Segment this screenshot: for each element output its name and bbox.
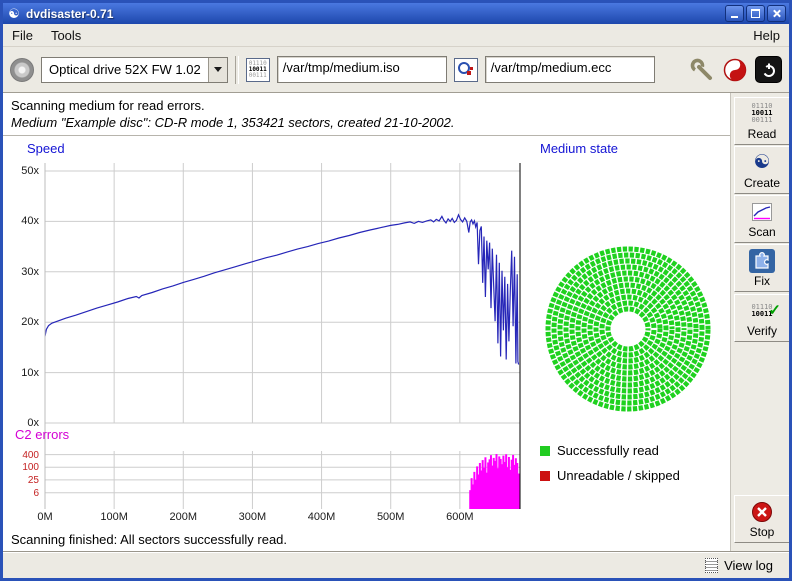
view-log-button[interactable]: View log <box>699 556 779 575</box>
tick-label: 400M <box>300 511 344 523</box>
toolbar: Optical drive 52X FW 1.02 01110 10011 00… <box>3 47 789 93</box>
status-line1: Scanning medium for read errors. <box>11 98 730 113</box>
toolbar-separator <box>235 56 239 84</box>
legend-swatch-green <box>540 446 550 456</box>
check-icon: ✓ <box>768 301 781 319</box>
speed-chart-title: Speed <box>27 141 65 156</box>
drive-select-dropdown-button[interactable] <box>208 58 227 82</box>
chevron-down-icon <box>214 67 222 72</box>
medium-state-disc <box>539 240 717 418</box>
tick-label: 600M <box>438 511 482 523</box>
maximize-icon <box>751 9 760 18</box>
close-button[interactable] <box>767 5 786 22</box>
maximize-button[interactable] <box>746 5 765 22</box>
yin-yang-icon: ☯ <box>753 153 770 173</box>
verify-button[interactable]: 01110 10011 ✓ Verify <box>734 294 790 342</box>
window-title: dvdisaster-0.71 <box>26 7 723 21</box>
fix-button[interactable]: Fix <box>734 244 790 292</box>
menubar: File Tools Help <box>3 24 789 47</box>
minimize-icon <box>731 16 738 18</box>
optical-drive-icon <box>10 58 34 82</box>
scan-chart-icon <box>749 200 775 224</box>
tick-label: 20x <box>5 316 39 328</box>
tick-label: 100M <box>92 511 136 523</box>
close-icon <box>772 9 781 18</box>
tick-label: 25 <box>5 475 39 486</box>
legend-label-read: Successfully read <box>557 443 659 458</box>
app-icon: ☯ <box>6 6 22 22</box>
legend-item-unreadable: Unreadable / skipped <box>540 468 680 483</box>
create-button-label: Create <box>744 176 780 190</box>
stop-button[interactable]: Stop <box>734 495 790 543</box>
preferences-wrench-icon[interactable] <box>689 57 715 83</box>
read-button[interactable]: 01110 10011 00111 Read <box>734 97 790 145</box>
footer-status-text: Scanning finished: All sectors successfu… <box>11 532 287 547</box>
ecc-glyph <box>457 61 475 79</box>
bottom-bar: View log <box>3 551 789 578</box>
status-headline: Scanning medium for read errors. Medium … <box>3 93 730 136</box>
status-line2: Medium "Example disc": CD-R mode 1, 3534… <box>11 115 730 130</box>
create-button[interactable]: ☯ Create <box>734 146 790 194</box>
legend-item-read: Successfully read <box>540 443 659 458</box>
ecc-path-input[interactable]: /var/tmp/medium.ecc <box>485 56 655 83</box>
bin-row: 00111 <box>751 116 772 124</box>
quit-button[interactable] <box>755 56 782 83</box>
create-yinyang-icon: ☯ <box>749 151 775 175</box>
iso-icon-row: 00111 <box>249 73 267 79</box>
tick-label: 0M <box>23 511 67 523</box>
verify-icon: 01110 10011 ✓ <box>749 299 775 323</box>
iso-path-input[interactable]: /var/tmp/medium.iso <box>277 56 447 83</box>
drive-select-value: Optical drive 52X FW 1.02 <box>42 58 208 82</box>
power-icon <box>761 62 777 78</box>
stop-button-label: Stop <box>750 525 775 539</box>
legend-label-unreadable: Unreadable / skipped <box>557 468 680 483</box>
tick-label: 40x <box>5 215 39 227</box>
tick-label: 300M <box>230 511 274 523</box>
app-window: ☯ dvdisaster-0.71 File Tools Help Optica… <box>0 0 792 581</box>
tick-label: 50x <box>5 165 39 177</box>
medium-state-title: Medium state <box>540 141 618 156</box>
legend-swatch-red <box>540 471 550 481</box>
titlebar[interactable]: ☯ dvdisaster-0.71 <box>3 3 789 24</box>
menu-file[interactable]: File <box>3 25 42 46</box>
tick-label: 200M <box>161 511 205 523</box>
verify-button-label: Verify <box>747 324 777 338</box>
menu-tools[interactable]: Tools <box>42 25 90 46</box>
fix-puzzle-icon <box>749 249 775 273</box>
ecc-file-icon <box>454 58 478 82</box>
tick-label: 500M <box>369 511 413 523</box>
minimize-button[interactable] <box>725 5 744 22</box>
menu-help[interactable]: Help <box>744 25 789 46</box>
tick-label: 6 <box>5 488 39 499</box>
action-sidebar: 01110 10011 00111 Read ☯ Create Scan <box>730 93 789 552</box>
toolbar-right-group <box>689 56 782 83</box>
stop-icon <box>749 500 775 524</box>
tick-label: 100 <box>5 462 39 473</box>
read-binary-icon: 01110 10011 00111 <box>749 102 775 126</box>
fix-button-label: Fix <box>754 274 770 288</box>
scan-button-label: Scan <box>748 225 775 239</box>
tick-label: 10x <box>5 367 39 379</box>
drive-select[interactable]: Optical drive 52X FW 1.02 <box>41 57 228 83</box>
view-log-label: View log <box>724 558 773 573</box>
iso-image-icon: 01110 10011 00111 <box>246 58 270 82</box>
read-button-label: Read <box>748 127 777 141</box>
c2-errors-title: C2 errors <box>15 427 69 442</box>
scan-button[interactable]: Scan <box>734 195 790 243</box>
log-icon <box>705 558 718 573</box>
dvdisaster-logo-icon[interactable] <box>723 58 747 82</box>
tick-label: 400 <box>5 450 39 461</box>
tick-label: 30x <box>5 266 39 278</box>
